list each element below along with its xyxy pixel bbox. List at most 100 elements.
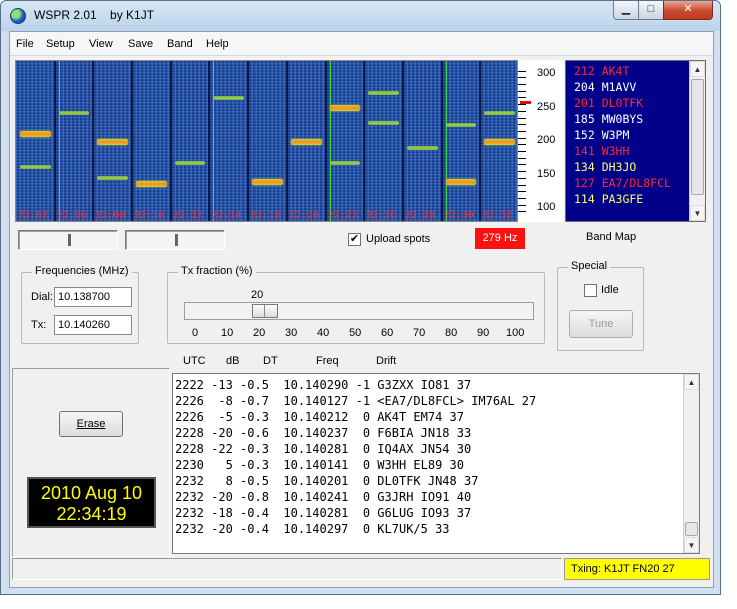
band-map-entry: 134 DH3JO [574,160,637,174]
band-map-entry: 212 AK4T [574,64,630,78]
scale-label: 100 [537,201,556,213]
col-utc: UTC [183,355,206,367]
decoded-row[interactable]: 2228 -20 -0.6 10.140237 0 F6BIA JN18 33 [173,425,699,441]
close-button[interactable]: ✕ [663,1,713,20]
tx-fraction-tick: 70 [413,327,426,339]
frequency-scale: 300 250 200 150 100 [518,60,564,222]
df-readout: 279 Hz [475,228,525,249]
txing-status: Txing: K1JT FN20 27 [564,558,710,580]
waterfall-column [364,61,403,221]
scale-tick [518,184,526,186]
client-area: File Setup View Save Band Help 22:02 22:0… [9,31,714,588]
waterfall-column [132,61,171,221]
signal-trace [20,131,51,137]
scale-label: 250 [537,100,556,113]
waterfall-time-label: 22:32 [482,210,513,221]
waterfall-time-label: 22:30 [443,210,474,221]
decoded-list: 2222 -13 -0.5 10.140290 -1 G3ZXX IO81 37… [173,374,699,537]
band-map: 212 AK4T 204 M1AVV 201 DL0TFK 185 MW0BYS 152… [565,60,706,222]
special-group: Special Idle Tune [557,260,644,351]
band-map-entry: 204 M1AVV [574,80,637,94]
tune-button[interactable]: Tune [569,310,633,338]
waterfall-marker-line [58,61,60,221]
waterfall-time-label: 22:08 [95,210,126,221]
scale-tick [518,104,526,106]
signal-trace [58,111,90,115]
scale-tick [518,70,526,72]
col-dt: DT [263,355,278,367]
col-db: dB [226,355,240,367]
tx-fraction-tick: 50 [349,327,362,339]
upload-spots-checkbox[interactable]: ✔ [348,233,361,246]
brightness-slider[interactable] [18,230,118,250]
scale-tick [518,137,526,139]
band-map-label: Band Map [586,231,637,243]
scroll-down-icon[interactable]: ▼ [684,537,699,553]
scale-tick [518,84,526,86]
scale-tick [518,124,526,126]
decoded-row[interactable]: 2226 -5 -0.3 10.140212 0 AK4T EM74 37 [173,409,699,425]
scroll-thumb[interactable] [691,79,704,195]
minimize-button[interactable]: ▁ [613,1,639,20]
decoded-row[interactable]: 2228 -22 -0.3 10.140281 0 IQ4AX JN54 30 [173,441,699,457]
decoded-row[interactable]: 2232 -18 -0.4 10.140281 0 G6LUG IO93 37 [173,505,699,521]
signal-trace [445,123,477,127]
erase-button[interactable]: Erase [59,411,123,437]
band-map-scrollbar[interactable]: ▲ ▼ [689,61,705,221]
decoded-scrollbar[interactable]: ▲ ▼ [683,374,699,553]
waterfall-time-label: 22:18 [250,210,281,221]
waterfall-column [441,61,481,221]
contrast-slider[interactable] [125,230,225,250]
waterfall-column [248,61,287,221]
decoded-row[interactable]: 2222 -13 -0.5 10.140290 -1 G3ZXX IO81 37 [173,377,699,393]
menu-band[interactable]: Band [167,38,193,50]
scroll-up-icon[interactable]: ▲ [684,374,699,390]
scroll-up-icon[interactable]: ▲ [690,61,705,77]
tx-fraction-tick: 30 [285,327,298,339]
tx-fraction-slider[interactable] [184,302,534,320]
menu-setup[interactable]: Setup [46,38,75,50]
clock-time: 22:34:19 [56,504,127,524]
waterfall-marker-line [213,61,215,221]
tx-fraction-tick: 80 [445,327,458,339]
scroll-thumb[interactable] [685,522,698,536]
tx-fraction-tick: 0 [192,327,199,339]
maximize-button[interactable]: □ [638,1,664,20]
scroll-down-icon[interactable]: ▼ [690,205,705,221]
slider-thumb[interactable] [175,234,178,246]
tx-frequency-input[interactable]: 10.140260 [54,315,132,335]
waterfall-marker-line [445,61,447,221]
col-drift: Drift [376,355,397,367]
tx-fraction-tick: 60 [381,327,394,339]
band-map-entry: 152 W3PM [574,128,630,142]
decoded-text-panel[interactable]: 2222 -13 -0.5 10.140290 -1 G3ZXX IO81 37… [172,373,700,554]
tx-fraction-value: 20 [251,289,264,301]
scale-tick [518,197,526,199]
frequencies-group: Frequencies (MHz) Dial: 10.138700 Tx: 10… [21,265,139,344]
menu-file[interactable]: File [16,38,34,50]
scale-tick [518,77,526,79]
menu-save[interactable]: Save [128,38,153,50]
signal-trace [213,96,245,100]
band-map-entry: 114 PA3GFE [574,192,644,206]
scale-tick [518,90,526,92]
dial-frequency-input[interactable]: 10.138700 [54,287,132,307]
scale-tick [518,177,526,179]
utc-clock: 2010 Aug 10 22:34:19 [27,477,156,528]
menu-help[interactable]: Help [206,38,229,50]
waterfall-separator [285,61,288,221]
scale-tick [518,151,526,153]
decoded-row[interactable]: 2232 -20 -0.8 10.140241 0 G3JRH IO91 40 [173,489,699,505]
tx-fraction-thumb[interactable] [252,304,278,318]
decoded-row[interactable]: 2232 -20 -0.4 10.140297 0 KL7UK/5 33 [173,521,699,537]
menu-view[interactable]: View [89,38,113,50]
idle-checkbox[interactable] [584,284,597,297]
decoded-row[interactable]: 2226 -8 -0.7 10.140127 -1 <EA7/DL8FCL> I… [173,393,699,409]
slider-thumb[interactable] [68,234,71,246]
decoded-row[interactable]: 2230 5 -0.3 10.140141 0 W3HH EL89 30 [173,457,699,473]
scale-label: 150 [537,167,556,180]
waterfall-display[interactable]: 22:02 22:06 22:08 22:10 22:12 22:14 22:18 22:20… [15,60,518,222]
signal-trace [484,139,515,145]
status-message [12,558,562,580]
decoded-row[interactable]: 2232 8 -0.5 10.140201 0 DL0TFK JN48 37 [173,473,699,489]
